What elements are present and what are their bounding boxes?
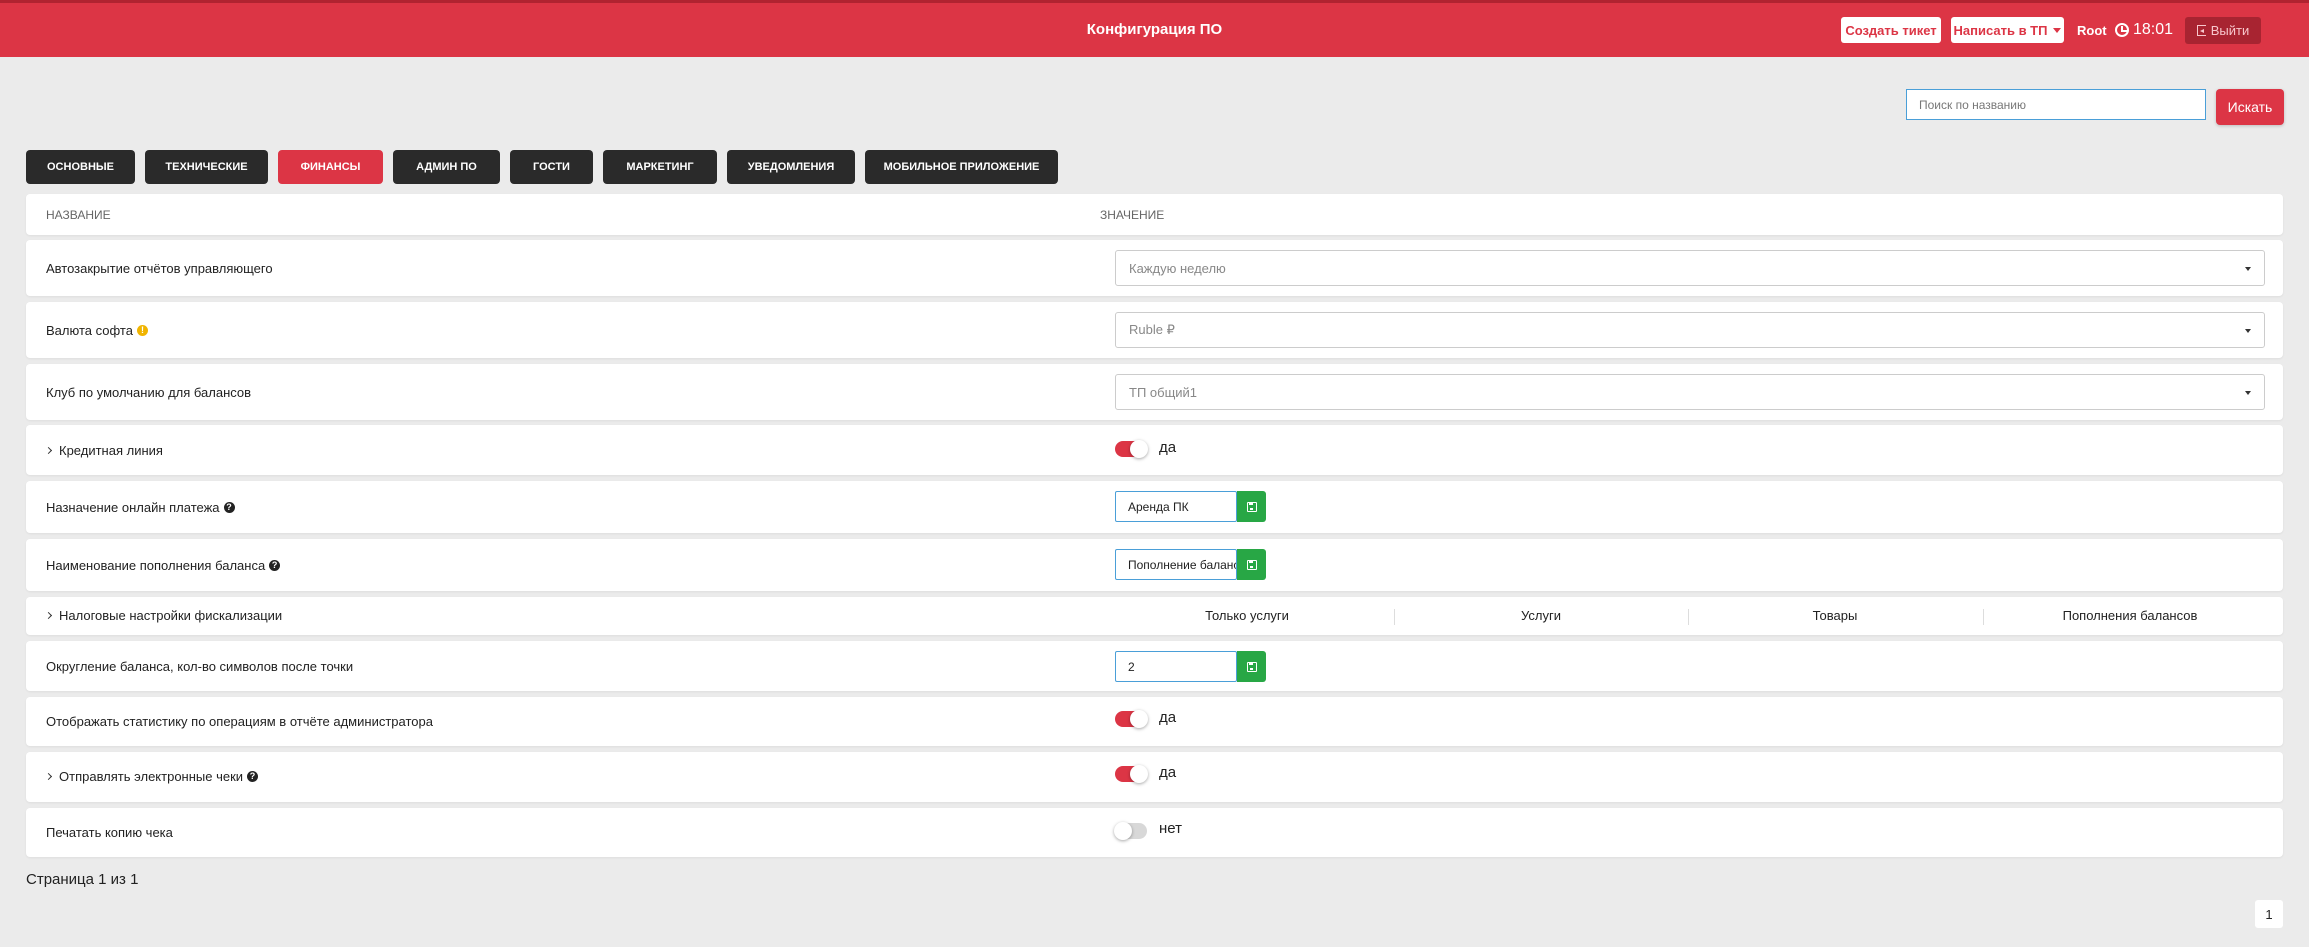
toggle-label: да: [1159, 709, 1177, 726]
tax-column-header: Товары: [1812, 608, 1858, 623]
tax-column-header: Только услуги: [1205, 608, 1289, 623]
help-icon[interactable]: ?: [247, 771, 259, 782]
toggle-label: да: [1159, 764, 1177, 781]
save-button[interactable]: [1237, 491, 1266, 522]
row-label-text: Отправлять электронные чеки: [59, 769, 244, 784]
row-label: Наименование пополнения баланса ?: [46, 558, 281, 573]
save-icon: [1246, 559, 1257, 570]
tax-column-header: Услуги: [1521, 608, 1561, 623]
tab-finance[interactable]: Финансы: [278, 150, 383, 184]
column-value-header: ЗНАЧЕНИЕ: [1100, 208, 1165, 222]
chevron-right-icon: [44, 611, 53, 620]
logout-button[interactable]: Выйти: [2185, 17, 2261, 44]
pagination-info: Страница 1 из 1: [26, 871, 139, 888]
topup-name-input[interactable]: Пополнение баланса: [1115, 549, 1237, 580]
row-label: Назначение онлайн платежа ?: [46, 500, 235, 515]
tab-marketing[interactable]: Маркетинг: [603, 150, 717, 184]
tab-technical[interactable]: Технические: [145, 150, 268, 184]
help-icon[interactable]: ?: [269, 560, 281, 571]
tab-admin-po[interactable]: Админ ПО: [393, 150, 500, 184]
chevron-down-icon: [2053, 27, 2062, 33]
toggle-knob: [1114, 822, 1132, 840]
select-value: Ruble ₽: [1129, 322, 1175, 337]
chevron-right-icon: [44, 446, 53, 455]
top-header: Конфигурация ПО Создать тикет Написать в…: [0, 0, 2309, 57]
search-input[interactable]: [1906, 89, 2206, 120]
clock-time: 18:01: [2133, 21, 2174, 38]
default-club-select[interactable]: ТП общий1: [1115, 374, 2265, 410]
table-row: Валюта софта ! Ruble ₽: [26, 302, 2283, 358]
chevron-down-icon: [2245, 329, 2251, 333]
chevron-down-icon: [2245, 267, 2251, 271]
row-label: Округление баланса, кол-во символов посл…: [46, 659, 354, 674]
create-ticket-button[interactable]: Создать тикет: [1841, 17, 1941, 43]
row-label-text: Назначение онлайн платежа: [46, 500, 220, 515]
payment-purpose-input[interactable]: Аренда ПК: [1115, 491, 1237, 522]
warning-icon[interactable]: !: [136, 325, 148, 336]
e-receipts-expander[interactable]: Отправлять электронные чеки ?: [44, 769, 259, 784]
chevron-down-icon: [2245, 391, 2251, 395]
tab-main[interactable]: Основные: [26, 150, 135, 184]
search-button[interactable]: Искать: [2216, 89, 2284, 125]
page-button[interactable]: 1: [2255, 900, 2283, 928]
credit-line-toggle[interactable]: [1115, 440, 1148, 458]
toggle-knob: [1130, 440, 1148, 458]
table-row: Наименование пополнения баланса ? Пополн…: [26, 539, 2283, 591]
save-button[interactable]: [1237, 651, 1266, 682]
tab-notifications[interactable]: Уведомления: [727, 150, 855, 184]
auto-close-select[interactable]: Каждую неделю: [1115, 250, 2265, 286]
clock: 18:01: [2115, 21, 2173, 39]
chevron-right-icon: [44, 772, 53, 781]
row-label-text: Кредитная линия: [59, 443, 163, 458]
clock-icon: [2115, 23, 2129, 37]
row-label: Клуб по умолчанию для балансов: [46, 385, 252, 400]
write-tp-label: Написать в ТП: [1953, 22, 2048, 38]
toggle-knob: [1130, 765, 1148, 783]
tab-guests[interactable]: Гости: [510, 150, 593, 184]
logout-label: Выйти: [2210, 23, 2250, 38]
row-label-text: Наименование пополнения баланса: [46, 558, 266, 573]
table-row: Отправлять электронные чеки ? да: [26, 752, 2283, 802]
table-row: Автозакрытие отчётов управляющего Каждую…: [26, 240, 2283, 296]
save-button[interactable]: [1237, 549, 1266, 580]
save-icon: [1246, 661, 1257, 672]
currency-select[interactable]: Ruble ₽: [1115, 312, 2265, 348]
write-tp-button[interactable]: Написать в ТП: [1951, 17, 2064, 43]
help-icon[interactable]: ?: [223, 502, 235, 513]
row-label-text: Налоговые настройки фискализации: [59, 608, 283, 623]
credit-line-expander[interactable]: Кредитная линия: [44, 443, 163, 458]
table-row: Клуб по умолчанию для балансов ТП общий1: [26, 364, 2283, 420]
select-value: ТП общий1: [1129, 384, 1198, 400]
toggle-label: нет: [1159, 820, 1182, 837]
user-name: Root: [2077, 23, 2107, 38]
stats-toggle[interactable]: [1115, 710, 1148, 728]
table-row: Печатать копию чека нет: [26, 808, 2283, 857]
rounding-input[interactable]: 2: [1115, 651, 1237, 682]
tax-settings-expander[interactable]: Налоговые настройки фискализации: [44, 608, 283, 623]
row-label: Автозакрытие отчётов управляющего: [46, 261, 273, 276]
tax-column-header: Пополнения балансов: [2062, 608, 2198, 623]
table-row: Назначение онлайн платежа ? Аренда ПК: [26, 481, 2283, 533]
row-label: Валюта софта !: [46, 323, 148, 338]
table-row: Кредитная линия да: [26, 425, 2283, 475]
table-row: Округление баланса, кол-во символов посл…: [26, 641, 2283, 691]
select-value: Каждую неделю: [1129, 260, 1226, 276]
column-name-header: НАЗВАНИЕ: [46, 208, 111, 222]
row-label-text: Валюта софта: [46, 323, 133, 338]
table-header: НАЗВАНИЕ ЗНАЧЕНИЕ: [26, 194, 2283, 235]
save-icon: [1246, 501, 1257, 512]
table-row: Налоговые настройки фискализации Только …: [26, 597, 2283, 635]
toggle-knob: [1130, 710, 1148, 728]
print-copy-toggle[interactable]: [1114, 822, 1147, 840]
table-row: Отображать статистику по операциям в отч…: [26, 697, 2283, 746]
toggle-label: да: [1159, 439, 1177, 456]
tab-mobile-app[interactable]: Мобильное приложение: [865, 150, 1058, 184]
e-receipts-toggle[interactable]: [1115, 765, 1148, 783]
row-label: Отображать статистику по операциям в отч…: [46, 714, 433, 729]
logout-icon: [2196, 25, 2206, 36]
row-label: Печатать копию чека: [46, 825, 173, 840]
